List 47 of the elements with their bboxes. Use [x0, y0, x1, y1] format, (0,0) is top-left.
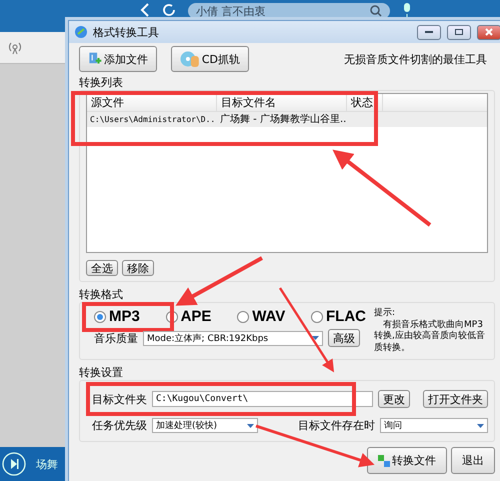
dropdown-caret-icon: [247, 424, 254, 428]
section-title: 转换格式: [79, 287, 124, 302]
close-button[interactable]: [477, 24, 500, 40]
priority-label: 任务优先级: [92, 418, 147, 433]
song-title: 场舞: [36, 456, 58, 472]
maximize-icon: [455, 29, 463, 35]
back-icon[interactable]: [140, 3, 150, 17]
priority-dropdown[interactable]: 加速处理(较快): [152, 418, 258, 433]
maximize-button[interactable]: [447, 24, 471, 40]
format-radio[interactable]: APE: [166, 308, 212, 325]
minimize-button[interactable]: [417, 24, 441, 40]
format-radio[interactable]: MP3: [94, 308, 140, 325]
footer-button[interactable]: 转换文件: [367, 447, 447, 474]
exists-label: 目标文件存在时: [298, 418, 375, 433]
window-title: 格式转换工具: [93, 24, 160, 40]
refresh-icon[interactable]: [162, 3, 176, 17]
table-cell-text: 广场舞 - 广场舞教学山谷里..: [219, 112, 347, 127]
next-track-icon[interactable]: [2, 452, 26, 476]
tip-text: 有损音乐格式歌曲向MP3转换,应由较高音质向较低音质转换。: [374, 320, 486, 354]
advanced-button[interactable]: 高级: [328, 329, 360, 347]
list-button[interactable]: 全选: [86, 260, 118, 276]
quality-label: 音乐质量: [94, 330, 138, 346]
dropdown-caret-icon: [312, 336, 319, 340]
quality-dropdown[interactable]: Mode:立体声; CBR:192Kbps: [143, 330, 323, 346]
search-icon[interactable]: [370, 5, 382, 17]
folder-label: 目标文件夹: [92, 392, 147, 406]
toolbar-button[interactable]: 添加文件: [79, 46, 157, 72]
close-icon: [485, 28, 493, 36]
toolbar-button[interactable]: CD抓轨: [171, 46, 249, 72]
list-button[interactable]: 移除: [122, 260, 154, 276]
tip-title: 提示:: [374, 308, 396, 320]
footer-button[interactable]: 退出: [451, 447, 495, 474]
change-button[interactable]: 更改: [378, 390, 410, 408]
app-icon: [75, 26, 87, 38]
format-radio[interactable]: FLAC: [311, 308, 366, 325]
exists-dropdown[interactable]: 询问: [380, 418, 488, 433]
folder-field[interactable]: C:\Kugou\Convert\: [152, 391, 373, 407]
table-cell-text: C:\Users\Administrator\D..: [89, 114, 216, 126]
format-radio[interactable]: WAV: [237, 308, 286, 325]
section-title: 转换列表: [79, 75, 124, 90]
section-title: 转换设置: [79, 365, 124, 380]
minimize-icon: [425, 31, 433, 33]
open-folder-button[interactable]: 打开文件夹: [423, 390, 488, 408]
slogan-text: 无损音质文件切割的最佳工具: [344, 52, 487, 66]
antenna-icon[interactable]: [8, 40, 22, 54]
dropdown-caret-icon: [477, 424, 484, 428]
convert-icon: [378, 454, 390, 466]
